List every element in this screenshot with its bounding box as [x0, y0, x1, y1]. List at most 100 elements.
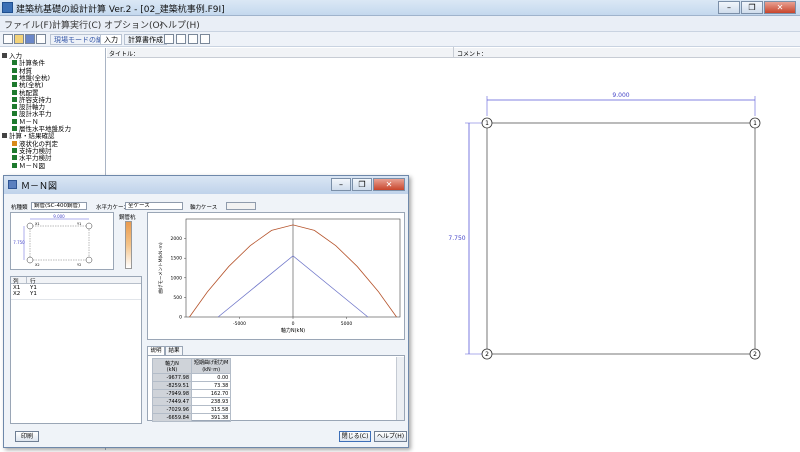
y-tick-label: 0 — [179, 315, 182, 321]
height-dimension-label: 7.750 — [448, 235, 465, 242]
menu-calc[interactable]: 計算実行(C) — [52, 18, 101, 31]
header-divider — [453, 47, 454, 58]
y-axis-label: 曲げモーメントM(kN･m) — [157, 242, 164, 294]
y-tick-label: 2000 — [171, 236, 183, 242]
table-cell: 0.00 — [190, 373, 232, 382]
dialog-minimize-button[interactable]: – — [331, 178, 351, 191]
y-tick-label: 1000 — [171, 275, 183, 281]
open-folder-icon[interactable] — [14, 34, 24, 44]
table-cell: -8259.51 — [152, 381, 192, 390]
save-icon[interactable] — [25, 34, 35, 44]
toolbar: 現場モードの編集 入力 計算書作成 — [0, 32, 800, 47]
results-scrollbar[interactable] — [396, 357, 404, 420]
table-cell: 315.58 — [190, 405, 232, 414]
table-cell: -7029.96 — [152, 405, 192, 414]
close-button[interactable]: ✕ — [764, 1, 796, 14]
table-cell: -7949.98 — [152, 389, 192, 398]
table-cell: 73.38 — [190, 381, 232, 390]
table-row[interactable]: -7029.96 315.58 — [152, 405, 232, 414]
table-cell: 391.38 — [190, 413, 232, 422]
results-panel: 軸力N (kN) 短期曲げ耐力M (kN･m) -9677.98 0.00 -8259.… — [147, 355, 405, 422]
list-col-header: 行 — [30, 279, 36, 285]
y-tick-label: 500 — [173, 295, 182, 301]
results-table: 軸力N (kN) 短期曲げ耐力M (kN･m) -9677.98 0.00 -8259.… — [152, 358, 232, 422]
window-title-bar: 建築杭基礎の設計計算 Ver.2 - [02_建築杭事例.F9I] – ❐ ✕ — [0, 0, 800, 16]
table-row[interactable]: -9677.98 0.00 — [152, 373, 232, 382]
title-label: タイトル： — [109, 51, 140, 58]
input-button[interactable]: 入力 — [100, 34, 122, 45]
tree-node-icon — [12, 155, 17, 161]
pile-list-header: 列 行 — [11, 277, 141, 285]
menu-bar: ファイル(F) 計算実行(C) オプション(O) ヘルプ(H) — [0, 16, 800, 32]
mini-layout-panel: 9.000 7.750 X1 Y1 X2 Y2 — [10, 212, 114, 270]
mini-width-label: 9.000 — [53, 214, 65, 219]
x-axis-label: 軸力N(kN) — [281, 327, 305, 334]
tree-node-icon — [12, 126, 17, 131]
restore-button[interactable]: ❐ — [741, 1, 763, 14]
tab-result[interactable]: 結果 — [165, 346, 183, 355]
help-icon[interactable] — [164, 34, 174, 44]
mini-pile-label: X1 — [35, 222, 40, 226]
header-row: タイトル： コメント： — [107, 47, 800, 58]
tree-node-icon — [12, 118, 17, 124]
print-button[interactable]: 印刷 — [15, 431, 39, 442]
tree-node-icon — [12, 67, 17, 73]
legend-color-bar — [125, 221, 132, 269]
list-cell: X2 — [13, 291, 21, 297]
menu-options[interactable]: オプション(O) — [104, 18, 163, 31]
preview-icon[interactable] — [188, 34, 198, 44]
settings-icon[interactable] — [200, 34, 210, 44]
list-col-header: 列 — [13, 279, 19, 285]
report-button[interactable]: 計算書作成 — [124, 34, 167, 45]
mn-chart: 0 500 1000 1500 2000 -5000 0 5000 軸力N(kN) 曲げモーメント… — [157, 218, 401, 334]
mini-layout-drawing: 9.000 7.750 X1 Y1 X2 Y2 — [13, 214, 93, 267]
tab-description[interactable]: 説明 — [147, 346, 165, 355]
minimize-button[interactable]: – — [718, 1, 740, 14]
close-dialog-button[interactable]: 閉じる(C) — [339, 431, 371, 442]
help-button[interactable]: ヘルプ(H) — [374, 431, 407, 442]
mini-pile-label: X2 — [35, 263, 40, 267]
table-cell: 238.93 — [190, 397, 232, 406]
dialog-title-bar: Ｍ－Ｎ図 – ❐ ✕ — [4, 176, 408, 194]
table-cell: -7449.47 — [152, 397, 192, 406]
table-cell: -6659.84 — [152, 413, 192, 422]
print-icon[interactable] — [176, 34, 186, 44]
pile-type-select[interactable]: 鋼管(SC-400鋼管) — [31, 202, 87, 210]
tree-node-icon — [12, 74, 17, 80]
table-row[interactable]: -7449.47 238.93 — [152, 397, 232, 406]
list-cell: Y1 — [30, 291, 37, 297]
tree-node-icon — [12, 82, 17, 88]
pile-list-row[interactable]: X2 Y1 — [11, 291, 141, 297]
footing-outline — [486, 122, 756, 355]
pile-label: 1 — [485, 120, 489, 127]
tree-node-icon — [12, 96, 17, 102]
table-row[interactable]: -8259.51 73.38 — [152, 381, 232, 390]
horizontal-case-select[interactable]: 全ケース — [125, 202, 183, 210]
horizontal-case-label: 水平力ケース — [96, 205, 129, 211]
new-file-icon[interactable] — [3, 34, 13, 44]
dialog-icon — [8, 180, 17, 189]
save-as-icon[interactable] — [36, 34, 46, 44]
table-header: 軸力N (kN) — [152, 358, 192, 374]
pile-label: 1 — [753, 120, 757, 127]
tree-node-icon — [12, 140, 17, 146]
menu-file[interactable]: ファイル(F) — [4, 18, 52, 31]
dialog-close-button[interactable]: ✕ — [373, 178, 405, 191]
menu-help[interactable]: ヘルプ(H) — [159, 18, 200, 31]
pile-label: 2 — [485, 351, 489, 358]
tree-item[interactable]: Ｍ－Ｎ図 — [12, 162, 45, 171]
pile-label: 2 — [753, 351, 757, 358]
axial-case-label: 軸力ケース — [190, 205, 218, 211]
tree-node-icon — [12, 104, 17, 110]
dialog-maximize-button[interactable]: ❐ — [352, 178, 372, 191]
axial-case-select[interactable] — [226, 202, 256, 210]
table-row[interactable]: -7949.98 162.70 — [152, 389, 232, 398]
legend-label: 鋼管杭 — [119, 215, 136, 221]
table-cell: 162.70 — [190, 389, 232, 398]
pile-list-panel: 列 行 X1 Y1 X2 Y1 — [10, 276, 142, 424]
tree-node-icon — [12, 89, 17, 95]
mini-pile-label: Y2 — [77, 263, 81, 267]
window-title: 建築杭基礎の設計計算 Ver.2 - [02_建築杭事例.F9I] — [16, 5, 225, 15]
mn-chart-panel: 0 500 1000 1500 2000 -5000 0 5000 軸力N(kN) 曲げモーメント… — [147, 212, 405, 340]
table-row[interactable]: -6659.84 391.38 — [152, 413, 232, 422]
